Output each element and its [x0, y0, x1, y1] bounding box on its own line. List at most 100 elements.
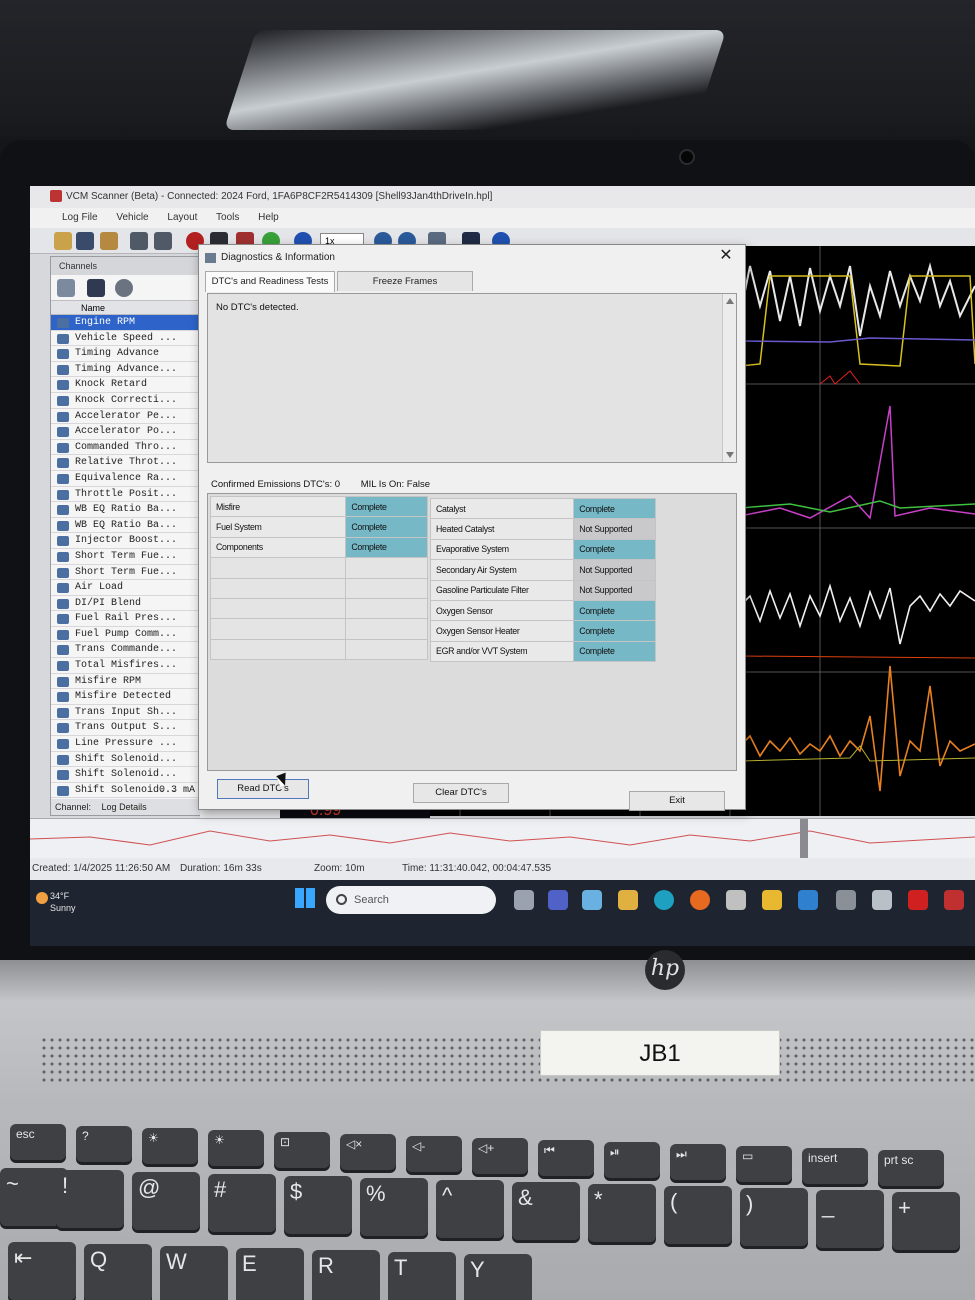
- channel-row[interactable]: Knock Retard: [51, 377, 199, 393]
- keyboard-key[interactable]: ⏯: [604, 1142, 660, 1178]
- keyboard-key[interactable]: *: [588, 1184, 656, 1242]
- keyboard-key[interactable]: E: [236, 1248, 304, 1300]
- menu-log-file[interactable]: Log File: [62, 212, 98, 223]
- channel-row[interactable]: Fuel Pump Comm...: [51, 627, 199, 643]
- menu-vehicle[interactable]: Vehicle: [116, 212, 148, 223]
- clear-dtcs-button[interactable]: Clear DTC's: [413, 783, 509, 803]
- keyboard-key[interactable]: ☀: [208, 1130, 264, 1166]
- keyboard-key[interactable]: (: [664, 1186, 732, 1244]
- keyboard-key[interactable]: ): [740, 1188, 808, 1246]
- save-icon[interactable]: [76, 232, 94, 250]
- menu-layout[interactable]: Layout: [167, 212, 197, 223]
- keyboard-key[interactable]: #: [208, 1174, 276, 1232]
- keyboard-key[interactable]: R: [312, 1250, 380, 1300]
- close-icon[interactable]: ✕: [715, 245, 737, 269]
- open-layout-icon[interactable]: [100, 232, 118, 250]
- channel-row[interactable]: Trans Output S...: [51, 720, 199, 737]
- channel-row[interactable]: Short Term Fue...: [51, 549, 199, 565]
- channel-row[interactable]: Throttle Posit...: [51, 487, 199, 503]
- keyboard-key[interactable]: !: [56, 1170, 124, 1228]
- open-icon[interactable]: [54, 232, 72, 250]
- channel-row[interactable]: Fuel Rail Pres...: [51, 611, 199, 627]
- channel-row[interactable]: Trans Input Sh...: [51, 705, 199, 721]
- exit-button[interactable]: Exit: [629, 791, 725, 811]
- keyboard-key[interactable]: ▭: [736, 1146, 792, 1182]
- channel-row[interactable]: Vehicle Speed ...: [51, 331, 199, 347]
- channel-row[interactable]: Shift Solenoid... 0.3 mA: [51, 783, 199, 799]
- channel-row[interactable]: DI/PI Blend: [51, 596, 199, 612]
- keyboard-key[interactable]: ☀: [142, 1128, 198, 1164]
- channel-row[interactable]: Total Misfires...: [51, 658, 199, 674]
- keyboard-key[interactable]: T: [388, 1252, 456, 1300]
- keyboard-key[interactable]: esc: [10, 1124, 66, 1160]
- copilot-icon[interactable]: [582, 890, 602, 910]
- channel-row[interactable]: Line Pressure ...: [51, 736, 199, 752]
- channel-row[interactable]: Accelerator Po...: [51, 424, 199, 440]
- keyboard-key[interactable]: Y: [464, 1254, 532, 1300]
- keyboard-key[interactable]: W: [160, 1246, 228, 1300]
- myhp-icon[interactable]: [798, 890, 818, 910]
- channel-row[interactable]: Misfire RPM: [51, 674, 199, 690]
- timeline-overview[interactable]: [30, 818, 975, 859]
- channel-row[interactable]: Shift Solenoid...: [51, 767, 199, 783]
- channel-row[interactable]: Engine RPM: [51, 315, 199, 331]
- snipping-icon[interactable]: [726, 890, 746, 910]
- keyboard-key[interactable]: $: [284, 1176, 352, 1234]
- task-view-icon[interactable]: [514, 890, 534, 910]
- explorer-icon[interactable]: [762, 890, 782, 910]
- channel-row[interactable]: Timing Advance...: [51, 362, 199, 378]
- folder-icon[interactable]: [57, 279, 75, 297]
- acrobat-icon[interactable]: [908, 890, 928, 910]
- keyboard-key[interactable]: ◁+: [472, 1138, 528, 1174]
- keyboard-key[interactable]: ◁×: [340, 1134, 396, 1170]
- keyboard-key[interactable]: @: [132, 1172, 200, 1230]
- keyboard-key[interactable]: prt sc: [878, 1150, 944, 1186]
- keyboard-key[interactable]: Q: [84, 1244, 152, 1300]
- tab-log-details[interactable]: Log Details: [102, 802, 147, 812]
- menu-help[interactable]: Help: [258, 212, 279, 223]
- keyboard-key[interactable]: &: [512, 1182, 580, 1240]
- keyboard-key[interactable]: ⏮: [538, 1140, 594, 1176]
- channel-row[interactable]: Knock Correcti...: [51, 393, 199, 409]
- read-dtcs-button[interactable]: Read DTC's: [217, 779, 309, 799]
- channel-row[interactable]: WB EQ Ratio Ba...: [51, 502, 199, 518]
- keyboard-key[interactable]: ⏭: [670, 1144, 726, 1180]
- channel-row[interactable]: Equivalence Ra...: [51, 471, 199, 487]
- keyboard-key[interactable]: ?: [76, 1126, 132, 1162]
- channel-row[interactable]: Timing Advance: [51, 346, 199, 362]
- disk-icon[interactable]: [87, 279, 105, 297]
- vcm-taskbar-icon[interactable]: [944, 890, 964, 910]
- tab-dtc-readiness[interactable]: DTC's and Readiness Tests: [205, 271, 335, 292]
- edge-icon[interactable]: [654, 890, 674, 910]
- teams-icon[interactable]: [548, 890, 568, 910]
- menu-tools[interactable]: Tools: [216, 212, 239, 223]
- gear-icon[interactable]: [115, 279, 133, 297]
- app-icon-9[interactable]: [836, 890, 856, 910]
- calculator-icon[interactable]: [872, 890, 892, 910]
- channel-row[interactable]: Trans Commande...: [51, 642, 199, 659]
- dtc-list[interactable]: No DTC's detected.: [207, 293, 737, 463]
- channel-row[interactable]: Relative Throt...: [51, 455, 199, 471]
- dtc-scrollbar[interactable]: [722, 294, 736, 462]
- vehicle-connect-icon[interactable]: [154, 232, 172, 250]
- keyboard-key[interactable]: ^: [436, 1180, 504, 1238]
- scroll-down-icon[interactable]: [726, 452, 734, 458]
- taskbar-search[interactable]: Search: [326, 886, 496, 914]
- store-icon[interactable]: [618, 890, 638, 910]
- channel-row[interactable]: Injector Boost...: [51, 533, 199, 549]
- timeline-cursor[interactable]: [800, 819, 808, 859]
- firefox-icon[interactable]: [690, 890, 710, 910]
- channel-row[interactable]: Misfire Detected: [51, 689, 199, 705]
- tab-freeze-frames[interactable]: Freeze Frames: [337, 271, 473, 291]
- channel-row[interactable]: WB EQ Ratio Ba...: [51, 518, 199, 534]
- weather-widget[interactable]: 34°F Sunny: [36, 890, 76, 914]
- keyboard-key[interactable]: ⊡: [274, 1132, 330, 1168]
- keyboard-key[interactable]: ◁-: [406, 1136, 462, 1172]
- keyboard-key[interactable]: ⇤: [8, 1242, 76, 1300]
- channel-row[interactable]: Air Load: [51, 580, 199, 596]
- keyboard-key[interactable]: +: [892, 1192, 960, 1250]
- scroll-up-icon[interactable]: [726, 298, 734, 304]
- channel-row[interactable]: Accelerator Pe...: [51, 409, 199, 425]
- channel-row[interactable]: Commanded Thro...: [51, 440, 199, 456]
- channel-row[interactable]: Short Term Fue...: [51, 565, 199, 581]
